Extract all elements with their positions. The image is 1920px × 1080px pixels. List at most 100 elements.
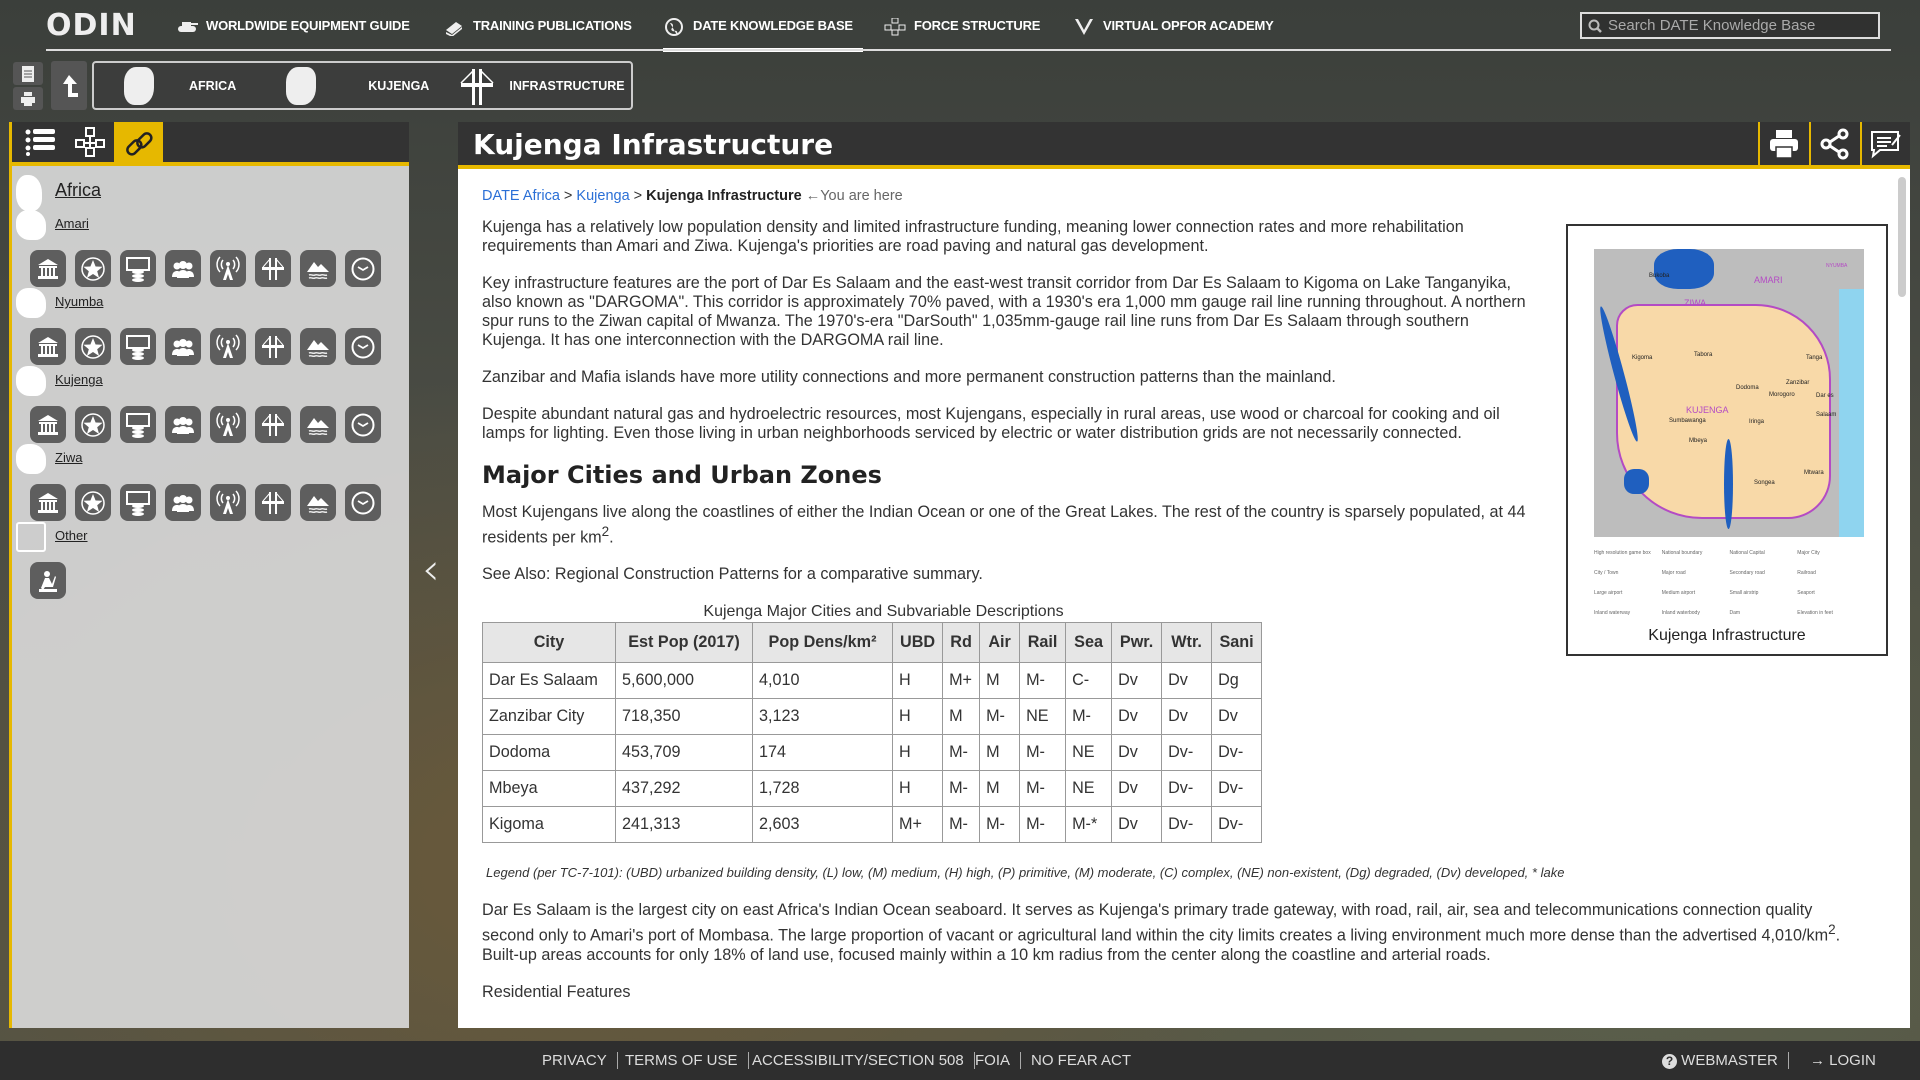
kujenga-social-button[interactable] bbox=[165, 406, 201, 443]
table-cell: H bbox=[891, 698, 944, 736]
collapse-sidebar-button[interactable]: ‹ bbox=[422, 545, 448, 595]
column-header: Est Pop (2017) bbox=[615, 622, 753, 664]
ziwa-economic-button[interactable] bbox=[120, 484, 156, 521]
search-input[interactable] bbox=[1608, 17, 1868, 34]
kujenga-physical-environment-button[interactable] bbox=[300, 406, 336, 443]
amari-time-button[interactable] bbox=[345, 250, 381, 287]
logo-text: ODIN bbox=[46, 8, 137, 43]
amari-economic-button[interactable] bbox=[120, 250, 156, 287]
sidebar-link-amari[interactable]: Amari bbox=[55, 216, 89, 231]
org-chart-icon bbox=[884, 18, 906, 36]
crumb-label: AFRICA bbox=[189, 78, 237, 93]
tab-hierarchy[interactable] bbox=[65, 122, 114, 161]
ziwa-time-button[interactable] bbox=[345, 484, 381, 521]
other-soldier-button[interactable] bbox=[30, 562, 66, 599]
breadcrumb-date-africa[interactable]: DATE Africa bbox=[482, 188, 560, 204]
table-cell: M- bbox=[942, 770, 981, 808]
tab-links[interactable] bbox=[114, 122, 163, 165]
table-cell: Dv bbox=[1111, 734, 1163, 772]
amari-military-button[interactable] bbox=[75, 250, 111, 287]
tab-list[interactable] bbox=[16, 122, 65, 161]
footer-no-fear-act[interactable]: NO FEAR ACT bbox=[1021, 1052, 1141, 1069]
kujenga-economic-button[interactable] bbox=[120, 406, 156, 443]
kujenga-information-button[interactable] bbox=[210, 406, 246, 443]
amari-social-button[interactable] bbox=[165, 250, 201, 287]
ziwa-information-button[interactable] bbox=[210, 484, 246, 521]
footer-foia[interactable]: FOIA bbox=[965, 1052, 1022, 1069]
social-icon bbox=[172, 260, 194, 278]
kujenga-time-button[interactable] bbox=[345, 406, 381, 443]
table-row: Dodoma 453,709 174 H M- M M- NE Dv Dv- Dv- bbox=[482, 734, 1263, 772]
map-legend-item: Large airport bbox=[1594, 590, 1623, 596]
nyumba-time-button[interactable] bbox=[345, 328, 381, 365]
nav-force-structure[interactable]: FORCE STRUCTURE bbox=[884, 18, 1040, 50]
table-cell: Dv bbox=[1111, 770, 1163, 808]
nyumba-information-button[interactable] bbox=[210, 328, 246, 365]
table-cell: Dv bbox=[1211, 698, 1263, 736]
nav-virtual-opfor-academy[interactable]: VIRTUAL OPFOR ACADEMY bbox=[1073, 18, 1274, 50]
nyumba-government-button[interactable] bbox=[30, 328, 66, 365]
print-button[interactable] bbox=[1758, 122, 1808, 165]
economic-icon bbox=[126, 490, 150, 516]
sidebar-link-kujenga[interactable]: Kujenga bbox=[55, 372, 103, 387]
nav-label: DATE KNOWLEDGE BASE bbox=[693, 18, 853, 33]
nav-training-publications[interactable]: TRAINING PUBLICATIONS bbox=[443, 18, 632, 50]
ziwa-infrastructure-button[interactable] bbox=[255, 484, 291, 521]
sidebar-link-ziwa[interactable]: Ziwa bbox=[55, 450, 82, 465]
webmaster-link[interactable]: ? WEBMASTER bbox=[1652, 1052, 1789, 1069]
nyumba-military-button[interactable] bbox=[75, 328, 111, 365]
nyumba-infrastructure-button[interactable] bbox=[255, 328, 291, 365]
amari-physical-environment-button[interactable] bbox=[300, 250, 336, 287]
crumb-africa[interactable]: AFRICA bbox=[124, 66, 237, 105]
share-icon bbox=[1820, 128, 1849, 159]
login-link[interactable]: → LOGIN bbox=[1800, 1052, 1886, 1069]
footer-accessibility[interactable]: ACCESSIBILITY/SECTION 508 bbox=[742, 1052, 975, 1069]
link-icon bbox=[125, 131, 153, 156]
page-list-button[interactable] bbox=[13, 62, 43, 85]
amari-infrastructure-button[interactable] bbox=[255, 250, 291, 287]
time-icon bbox=[351, 335, 375, 358]
nav-date-knowledge-base[interactable]: DATE KNOWLEDGE BASE bbox=[663, 18, 863, 52]
amari-government-button[interactable] bbox=[30, 250, 66, 287]
ziwa-military-button[interactable] bbox=[75, 484, 111, 521]
footer-privacy[interactable]: PRIVACY bbox=[532, 1052, 618, 1069]
time-icon bbox=[351, 257, 375, 280]
column-header: Air bbox=[979, 622, 1021, 664]
feedback-button[interactable] bbox=[1860, 122, 1910, 165]
kujenga-military-button[interactable] bbox=[75, 406, 111, 443]
social-icon bbox=[172, 338, 194, 356]
ziwa-social-button[interactable] bbox=[165, 484, 201, 521]
infrastructure-map-figure[interactable]: AMARI ZIWA KUJENGA NYUMBA Kigoma Tabora … bbox=[1566, 224, 1888, 656]
print-page-button[interactable] bbox=[13, 87, 43, 110]
sidebar-link-africa[interactable]: Africa bbox=[55, 180, 101, 201]
share-button[interactable] bbox=[1809, 122, 1859, 165]
crumb-infrastructure[interactable]: INFRASTRUCTURE bbox=[459, 67, 625, 105]
footer-terms-of-use[interactable]: TERMS OF USE bbox=[615, 1052, 749, 1069]
africa-map-icon bbox=[124, 66, 154, 105]
ziwa-government-button[interactable] bbox=[30, 484, 66, 521]
article-body: DATE Africa > Kujenga > Kujenga Infrastr… bbox=[458, 165, 1910, 1028]
login-icon: → bbox=[1810, 1052, 1825, 1069]
ziwa-physical-environment-button[interactable] bbox=[300, 484, 336, 521]
sidebar-link-nyumba[interactable]: Nyumba bbox=[55, 294, 103, 309]
crumb-kujenga[interactable]: KUJENGA bbox=[286, 66, 429, 105]
text: Most Kujengans live along the coastlines… bbox=[482, 503, 1526, 547]
odin-logo[interactable]: ODIN bbox=[46, 8, 146, 48]
nav-worldwide-equipment-guide[interactable]: WORLDWIDE EQUIPMENT GUIDE bbox=[176, 18, 410, 50]
nyumba-economic-button[interactable] bbox=[120, 328, 156, 365]
nyumba-social-button[interactable] bbox=[165, 328, 201, 365]
kujenga-government-button[interactable] bbox=[30, 406, 66, 443]
physical-environment-icon bbox=[307, 339, 329, 357]
sidebar-link-other[interactable]: Other bbox=[55, 528, 88, 543]
kujenga-infrastructure-button[interactable] bbox=[255, 406, 291, 443]
up-level-button[interactable] bbox=[51, 61, 87, 110]
scrollbar[interactable] bbox=[1898, 177, 1906, 297]
breadcrumb-kujenga[interactable]: Kujenga bbox=[576, 188, 629, 204]
physical-environment-icon bbox=[307, 417, 329, 435]
amari-information-button[interactable] bbox=[210, 250, 246, 287]
economic-icon bbox=[126, 334, 150, 360]
location-crumbs: AFRICA KUJENGA INFRASTRUCTURE bbox=[92, 61, 633, 110]
search-box bbox=[1580, 12, 1880, 39]
table-cell: 1,728 bbox=[752, 770, 893, 808]
nyumba-physical-environment-button[interactable] bbox=[300, 328, 336, 365]
